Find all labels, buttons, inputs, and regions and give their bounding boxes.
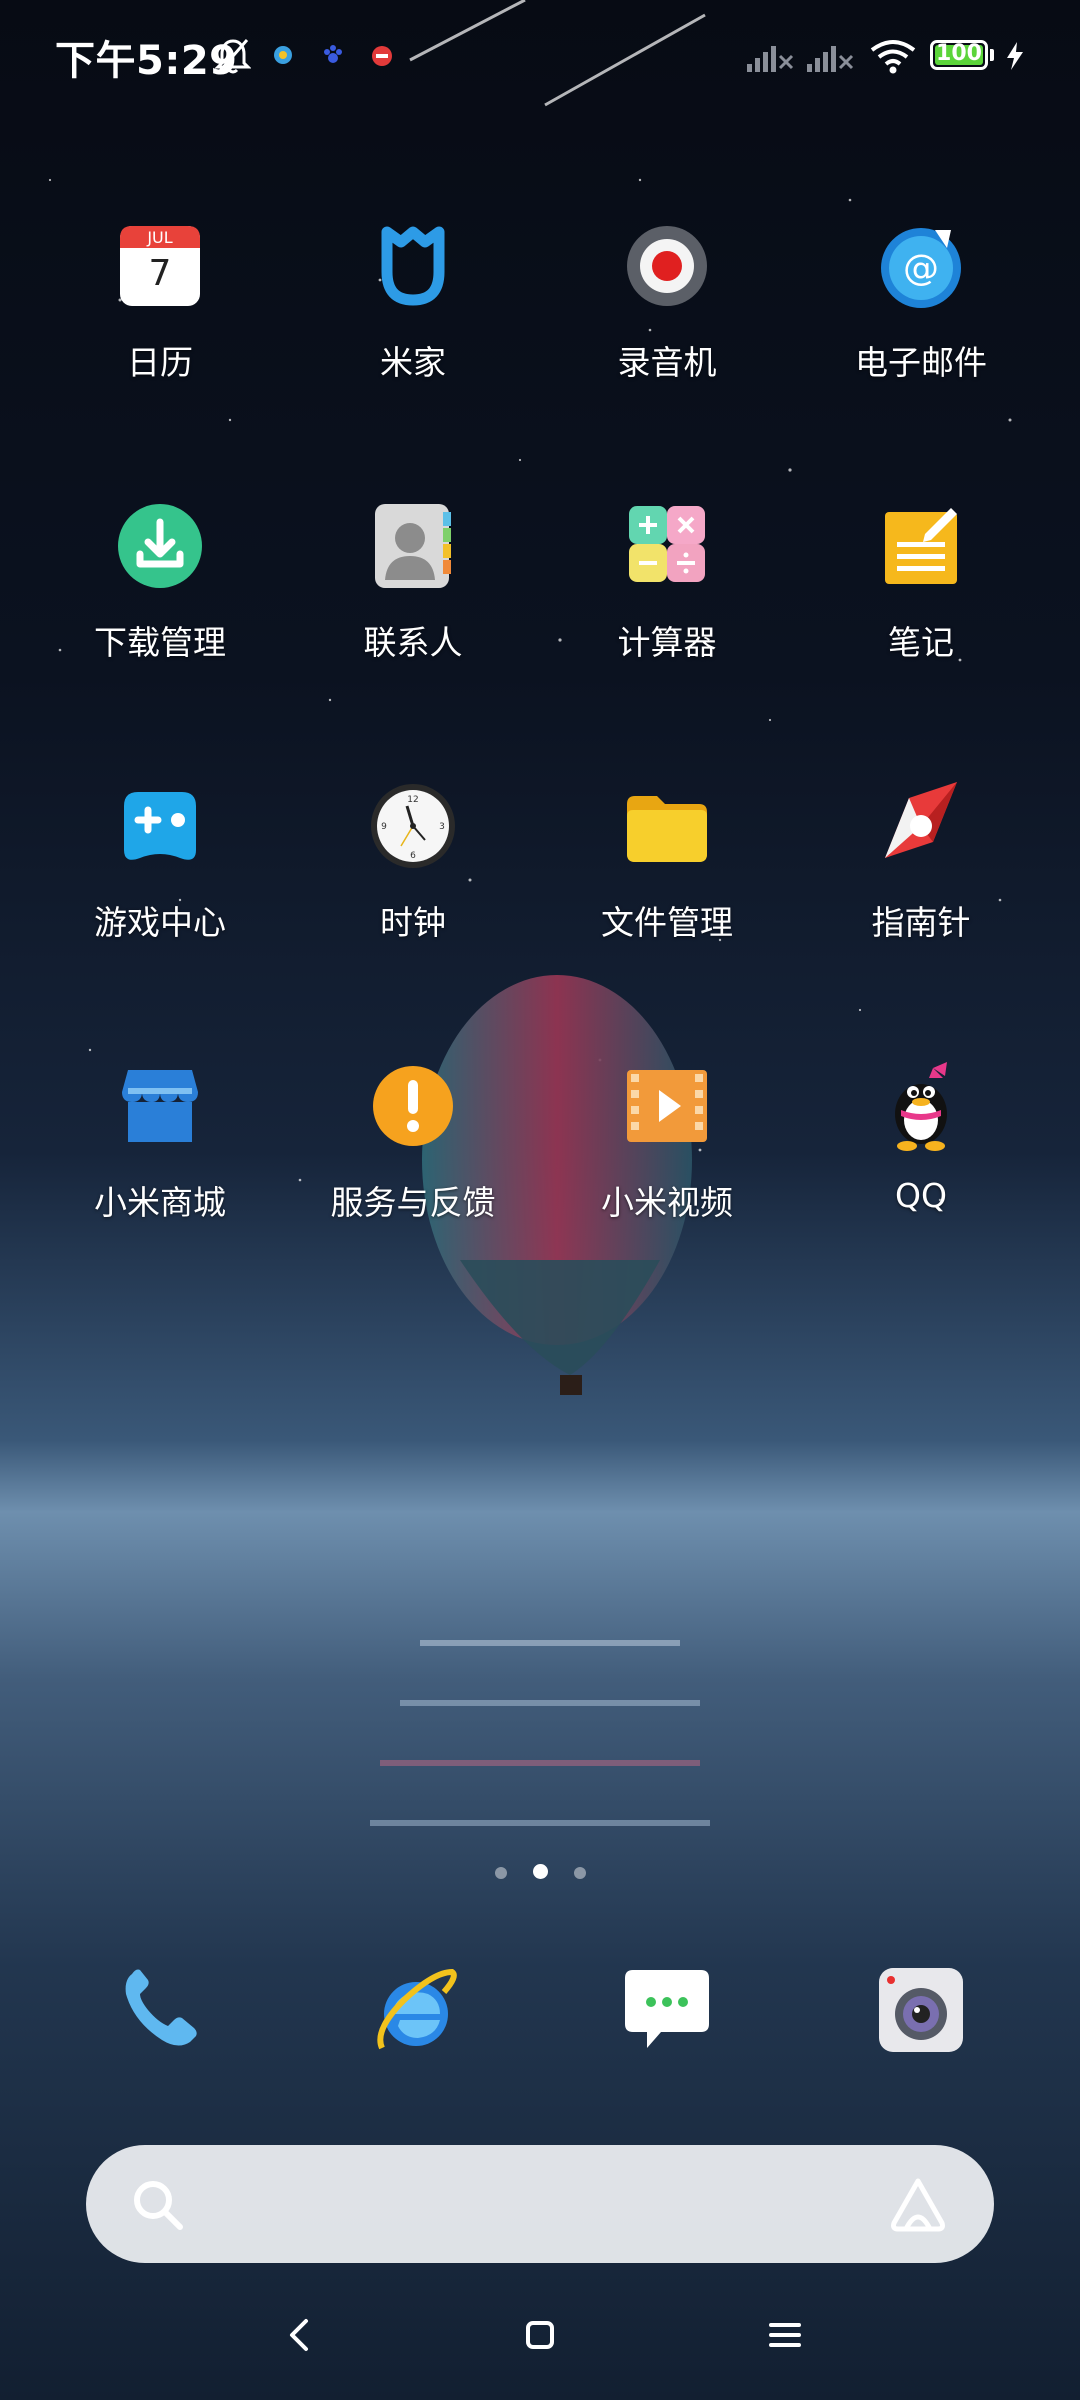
- email-icon: @: [873, 218, 969, 314]
- app-notes[interactable]: 笔记: [796, 498, 1046, 664]
- dock-phone[interactable]: [110, 1960, 210, 2060]
- page-dot[interactable]: [573, 1867, 586, 1879]
- calendar-icon: JUL 7: [112, 218, 208, 314]
- app-label: 日历: [127, 343, 193, 382]
- bell-off-icon: [215, 39, 251, 74]
- baidu-paw-icon: [324, 45, 342, 63]
- mijia-icon: [365, 218, 461, 314]
- app-game-center[interactable]: 游戏中心: [35, 778, 285, 944]
- app-service-feedback[interactable]: 服务与反馈: [288, 1058, 538, 1224]
- wifi-icon: [870, 40, 916, 74]
- compass-icon: [873, 778, 969, 874]
- svg-text:3: 3: [439, 822, 445, 832]
- download-icon: [112, 498, 208, 594]
- app-recorder[interactable]: 录音机: [542, 218, 792, 384]
- app-file-manager[interactable]: 文件管理: [542, 778, 792, 944]
- app-label: 游戏中心: [94, 903, 226, 942]
- svg-text:6: 6: [410, 851, 416, 861]
- search-icon: [134, 2181, 183, 2230]
- phone-icon: [125, 1969, 197, 2046]
- gamepad-icon: [112, 778, 208, 874]
- folder-icon: [619, 778, 715, 874]
- app-label: 笔记: [888, 623, 954, 662]
- app-email[interactable]: @ 电子邮件: [796, 218, 1046, 384]
- contacts-icon: [365, 498, 461, 594]
- app-label: 联系人: [363, 623, 463, 662]
- calculator-icon: [619, 498, 715, 594]
- app-mi-store[interactable]: 小米商城: [35, 1058, 285, 1224]
- home-icon[interactable]: [510, 2305, 570, 2365]
- notes-icon: [873, 498, 969, 594]
- menu-icon[interactable]: [755, 2305, 815, 2365]
- status-time: 下午5:29: [55, 38, 238, 84]
- app-label: 录音机: [617, 343, 717, 382]
- calendar-month: JUL: [147, 228, 173, 247]
- app-label: 下载管理: [94, 623, 226, 662]
- app-compass[interactable]: 指南针: [796, 778, 1046, 944]
- app-label: 服务与反馈: [330, 1183, 496, 1222]
- app-calendar[interactable]: JUL 7 日历: [35, 218, 285, 384]
- app-label: 指南针: [871, 903, 971, 942]
- app-contacts[interactable]: 联系人: [288, 498, 538, 664]
- battery-level: 100: [936, 41, 982, 66]
- app-label: 小米视频: [601, 1183, 733, 1222]
- svg-text:12: 12: [407, 795, 418, 805]
- status-bar: 下午5:29 100: [0, 0, 1080, 110]
- svg-text:@: @: [903, 248, 939, 289]
- app-calculator[interactable]: 计算器: [542, 498, 792, 664]
- xiaoai-icon[interactable]: [886, 2175, 950, 2235]
- signal-no-service-icon: [747, 46, 794, 72]
- app-badge-icon: [372, 46, 392, 66]
- clock-icon: 12 3 6 9: [365, 778, 461, 874]
- battery-indicator: 100: [930, 40, 988, 70]
- app-label: 时钟: [380, 903, 446, 942]
- app-label: 小米商城: [94, 1183, 226, 1222]
- dock-camera[interactable]: [871, 1960, 971, 2060]
- signal-no-service-icon: [807, 46, 854, 72]
- search-bar[interactable]: [86, 2145, 994, 2263]
- app-clock[interactable]: 12 3 6 9 时钟: [288, 778, 538, 944]
- page-indicator[interactable]: [0, 1864, 1080, 1883]
- page-dot-active[interactable]: [532, 1864, 548, 1879]
- app-qq[interactable]: QQ: [796, 1058, 1046, 1215]
- camera-icon: [879, 1968, 963, 2052]
- dock-browser[interactable]: [364, 1960, 464, 2060]
- messages-icon: [625, 1970, 709, 2048]
- browser-icon: [377, 1968, 457, 2050]
- app-mi-video[interactable]: 小米视频: [542, 1058, 792, 1224]
- app-label: 电子邮件: [855, 343, 987, 382]
- app-notify-icon: [274, 46, 292, 64]
- qq-penguin-icon: [873, 1058, 969, 1154]
- back-icon[interactable]: [270, 2305, 330, 2365]
- charging-icon: [1007, 42, 1023, 70]
- app-label: 文件管理: [601, 903, 733, 942]
- app-label: QQ: [895, 1176, 947, 1215]
- svg-text:9: 9: [381, 822, 387, 832]
- dock-messages[interactable]: [617, 1960, 717, 2060]
- app-label: 米家: [380, 343, 446, 382]
- app-mijia[interactable]: 米家: [288, 218, 538, 384]
- calendar-day: 7: [148, 253, 172, 294]
- recorder-icon: [619, 218, 715, 314]
- store-icon: [112, 1058, 208, 1154]
- app-downloads[interactable]: 下载管理: [35, 498, 285, 664]
- page-dot[interactable]: [494, 1867, 507, 1879]
- app-label: 计算器: [617, 623, 717, 662]
- feedback-icon: [365, 1058, 461, 1154]
- video-icon: [619, 1058, 715, 1154]
